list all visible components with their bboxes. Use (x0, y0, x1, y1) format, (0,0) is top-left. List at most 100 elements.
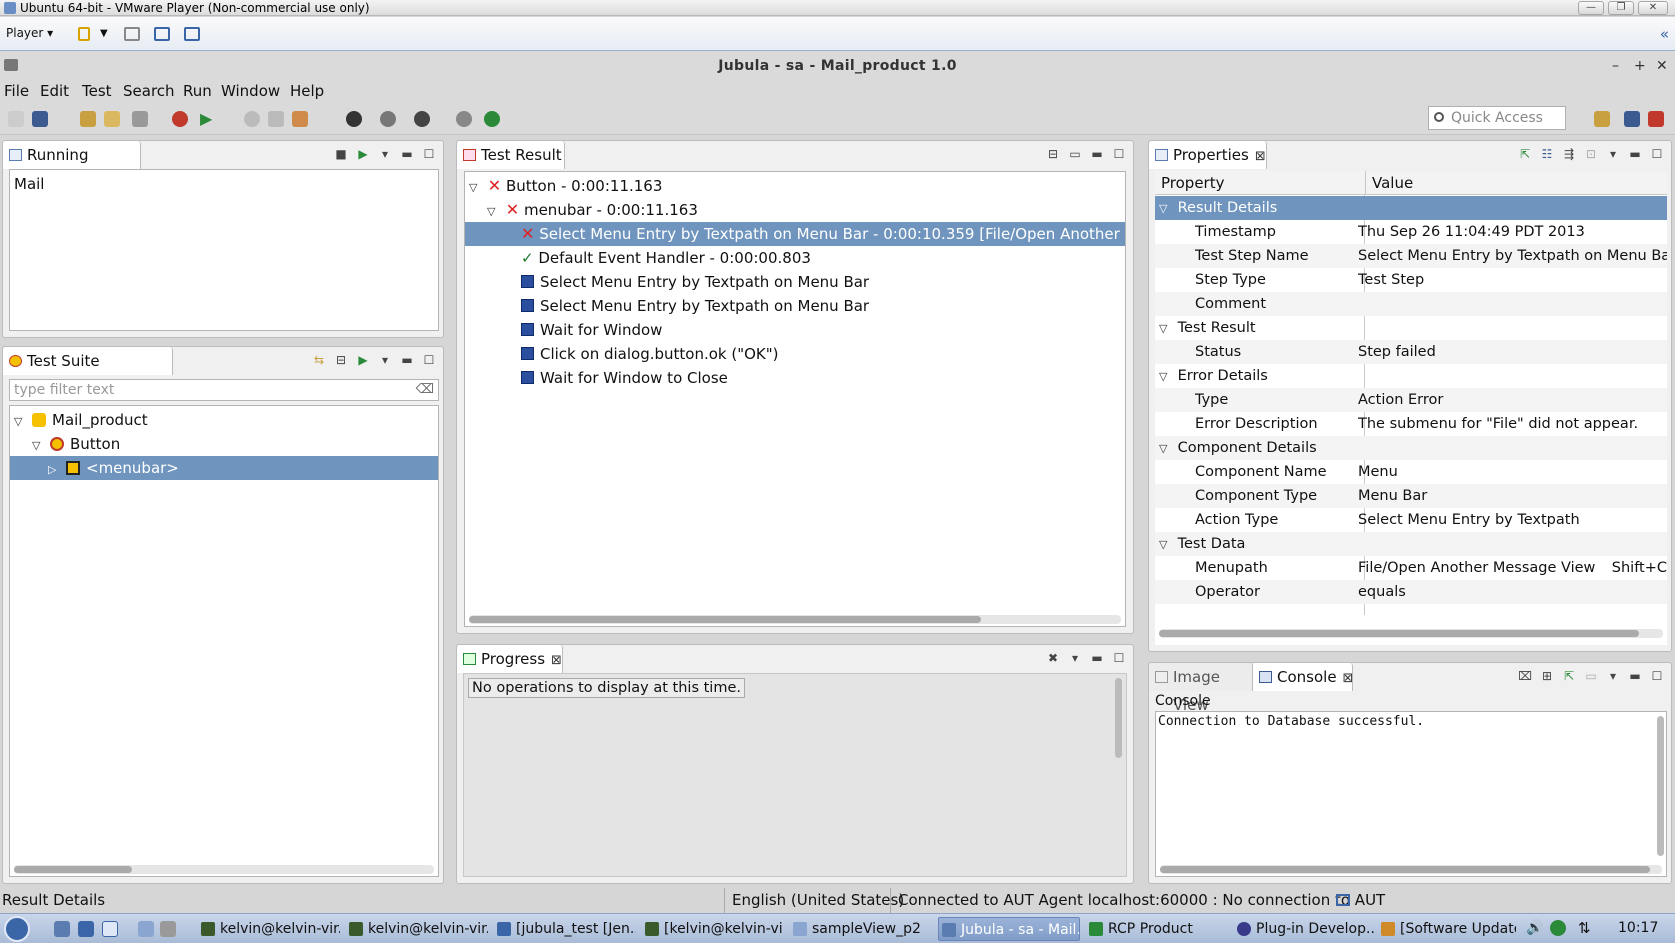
stop-test-icon[interactable] (268, 111, 284, 127)
check-mode-icon[interactable] (456, 111, 472, 127)
maximize-view-icon[interactable]: ☐ (1111, 651, 1127, 665)
tab-test-result[interactable]: Test Result (457, 141, 565, 169)
unity-icon[interactable] (184, 27, 200, 41)
app-maximize-button[interactable]: + (1634, 51, 1646, 81)
collapse-toolbar-icon[interactable]: « (1660, 25, 1669, 43)
expand-icon[interactable]: ▽ (1159, 437, 1173, 461)
collapse-all-icon[interactable]: ⊟ (1045, 147, 1061, 161)
display-console-icon[interactable]: ▭ (1583, 669, 1599, 683)
start-aut-icon[interactable] (484, 111, 500, 127)
remove-all-icon[interactable]: ✖ (1045, 651, 1061, 665)
property-row[interactable]: Step Type Test Step (1155, 268, 1667, 292)
save-icon[interactable] (32, 111, 48, 127)
tab-progress[interactable]: Progress ⊠ (457, 645, 563, 673)
result-row[interactable]: Wait for Window to Close (465, 366, 1125, 390)
column-header-property[interactable]: Property (1155, 171, 1365, 195)
vertical-scrollbar[interactable] (1115, 678, 1122, 758)
scroll-lock-icon[interactable]: ⊞ (1539, 669, 1555, 683)
tree-item-menubar[interactable]: ▷ <menubar> (10, 456, 438, 480)
network-icon[interactable] (78, 921, 94, 937)
property-row[interactable]: Component Type Menu Bar (1155, 484, 1667, 508)
minimize-view-icon[interactable]: ▬ (1089, 651, 1105, 665)
view-menu-icon[interactable]: ▾ (1605, 147, 1621, 161)
app-minimize-button[interactable]: – (1612, 51, 1619, 81)
expand-icon[interactable]: ▽ (1159, 533, 1173, 557)
refresh-icon[interactable]: ⇆ (311, 353, 327, 367)
record-icon[interactable] (380, 111, 396, 127)
pin-icon[interactable]: ⇱ (1517, 147, 1533, 161)
property-category-row[interactable]: ▽ Result Details (1155, 196, 1667, 220)
clock[interactable]: 10:17 (1618, 920, 1658, 936)
connect-icon[interactable] (132, 111, 148, 127)
close-tab-icon[interactable]: ⊠ (551, 653, 562, 668)
advanced-icon[interactable]: ⇶ (1561, 147, 1577, 161)
agent-status-icon[interactable] (1336, 894, 1350, 906)
result-row[interactable]: Select Menu Entry by Textpath on Menu Ba… (465, 270, 1125, 294)
disconnect-icon[interactable] (172, 111, 188, 127)
taskbar-item-jenkins[interactable]: [jubula_test [Jen... (494, 917, 636, 941)
result-row[interactable]: ✓ Default Event Handler - 0:00:00.803 (465, 246, 1125, 270)
property-row[interactable]: Action Type Select Menu Entry by Textpath (1155, 508, 1667, 532)
expand-icon[interactable]: ▽ (14, 410, 28, 434)
property-category-row[interactable]: ▽ Test Result (1155, 316, 1667, 340)
clear-filter-icon[interactable]: ⌫ (416, 382, 434, 397)
horizontal-scrollbar[interactable] (469, 615, 1121, 624)
tab-image-view[interactable]: Image View (1149, 663, 1253, 714)
property-category-row[interactable]: ▽ Test Data (1155, 532, 1667, 556)
property-row[interactable]: Operator equals (1155, 580, 1667, 604)
console-output[interactable]: Connection to Database successful. (1155, 711, 1667, 877)
menu-edit[interactable]: Edit (40, 82, 69, 100)
collapse-icon[interactable]: ▷ (48, 458, 62, 482)
property-row[interactable]: Component Name Menu (1155, 460, 1667, 484)
tree-item-button[interactable]: ▽ Button (10, 432, 438, 456)
workspace-2-icon[interactable] (160, 921, 176, 937)
taskbar-item-plugin-dev[interactable]: Plug-in Develop... (1234, 917, 1376, 941)
continue-icon[interactable] (292, 111, 308, 127)
property-row[interactable]: Timestamp Thu Sep 26 11:04:49 PDT 2013 (1155, 220, 1667, 244)
collapse-all-icon[interactable]: ⊟ (333, 353, 349, 367)
maximize-view-icon[interactable]: ☐ (421, 353, 437, 367)
run-icon[interactable]: ▶ (200, 109, 212, 128)
menu-test[interactable]: Test (82, 82, 112, 100)
maximize-view-icon[interactable]: ☐ (1111, 147, 1127, 161)
minimize-view-icon[interactable]: ▬ (1089, 147, 1105, 161)
result-row-selected[interactable]: ✕ Select Menu Entry by Textpath on Menu … (465, 222, 1125, 246)
layout-icon[interactable]: ▭ (1067, 147, 1083, 161)
workspace-1-icon[interactable] (138, 921, 154, 937)
object-mapping-icon[interactable] (346, 111, 362, 127)
maximize-view-icon[interactable]: ☐ (1649, 147, 1665, 161)
expand-icon[interactable]: ▽ (1159, 317, 1173, 341)
horizontal-scrollbar[interactable] (14, 865, 434, 874)
run-suite-icon[interactable]: ▶ (355, 353, 371, 367)
table-icon[interactable] (80, 111, 96, 127)
minimize-view-icon[interactable]: ▬ (1627, 669, 1643, 683)
clear-console-icon[interactable]: ⌧ (1517, 669, 1533, 683)
target-icon[interactable] (414, 111, 430, 127)
expand-icon[interactable]: ▽ (1159, 365, 1173, 389)
taskbar-item-rcp-product[interactable]: RCP Product (1086, 917, 1228, 941)
taskbar-item-sampleview[interactable]: sampleView_p2 (790, 917, 932, 941)
horizontal-scrollbar[interactable] (1160, 865, 1662, 874)
app-close-button[interactable]: ✕ (1656, 51, 1668, 81)
files-icon[interactable] (54, 921, 70, 937)
taskbar-item-software-updater[interactable]: [Software Updater] (1378, 917, 1516, 941)
stop-aut-icon[interactable]: ■ (333, 147, 349, 161)
minimize-view-icon[interactable]: ▬ (399, 353, 415, 367)
pin-console-icon[interactable]: ⇱ (1561, 669, 1577, 683)
property-row[interactable]: Test Step Name Select Menu Entry by Textp… (1155, 244, 1667, 268)
open-perspective-icon[interactable] (1594, 111, 1610, 127)
vertical-scrollbar[interactable] (1657, 716, 1664, 856)
edit-icon[interactable] (104, 111, 120, 127)
property-row[interactable]: Error Description The submenu for "File" … (1155, 412, 1667, 436)
close-tab-icon[interactable]: ⊠ (1255, 149, 1266, 164)
vm-restore-button[interactable]: ❐ (1608, 1, 1634, 15)
tab-console[interactable]: Console ⊠ (1253, 663, 1353, 691)
property-row[interactable]: Type Action Error (1155, 388, 1667, 412)
pause-icon[interactable] (78, 27, 90, 41)
view-menu-icon[interactable]: ▾ (1067, 651, 1083, 665)
result-row[interactable]: ▽ ✕ Button - 0:00:11.163 (465, 174, 1125, 198)
tree-item-mail-product[interactable]: ▽ Mail_product (10, 408, 438, 432)
categories-icon[interactable]: ☷ (1539, 147, 1555, 161)
filter-input[interactable]: type filter text ⌫ (9, 379, 439, 401)
result-row[interactable]: Wait for Window (465, 318, 1125, 342)
